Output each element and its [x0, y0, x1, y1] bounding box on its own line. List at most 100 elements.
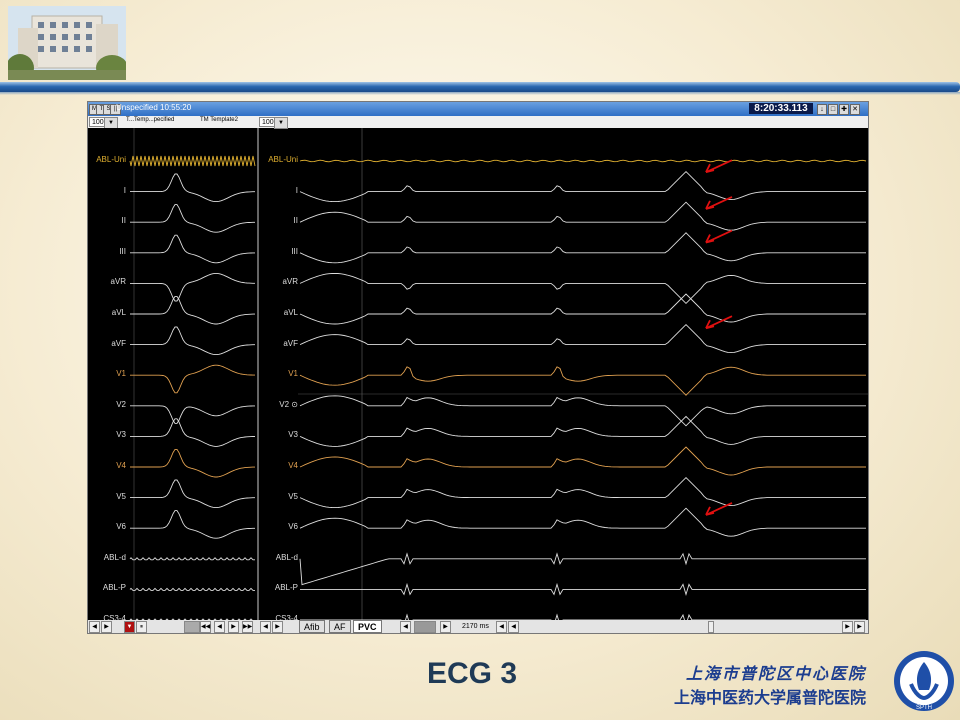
trace-area: ABL-Uni I II III aVR aVL aVF V1 V2 V3 V4 V5 V6 ABL-d A…: [88, 128, 868, 627]
right-forward-button[interactable]: ▶: [272, 621, 283, 633]
left-lead-label: V1: [116, 369, 126, 379]
right-lead-label: V1: [288, 369, 298, 379]
template-trace: [130, 234, 255, 264]
left-prev-button[interactable]: ◀: [214, 621, 225, 633]
tab-pvc[interactable]: PVC: [353, 620, 382, 633]
hospital-name: 上海市普陀区中心医院: [685, 666, 866, 683]
live-trace: [299, 272, 866, 305]
time-scroll-end-button[interactable]: ▶: [854, 621, 865, 633]
right-lead-label: V3: [288, 430, 298, 440]
template-trace: [130, 364, 255, 394]
restore-button[interactable]: □: [828, 104, 838, 115]
left-lead-label: ABL-Uni: [96, 155, 126, 164]
time-scroll-left-button[interactable]: ◀: [496, 621, 507, 633]
left-lead-label: aVR: [110, 277, 126, 287]
template-trace: [130, 418, 255, 447]
right-lead-label: aVF: [283, 338, 298, 348]
scroll-down-button[interactable]: ↓: [817, 104, 827, 115]
live-trace: [300, 582, 866, 596]
logo-text: SPTH: [916, 705, 932, 711]
left-lead-label: V6: [116, 522, 126, 532]
live-trace: [299, 415, 866, 447]
tab-scroll-thumb[interactable]: [414, 621, 436, 633]
right-lead-label: ABL-d: [275, 552, 298, 562]
template-trace: [129, 155, 256, 167]
right-lead-label: aVR: [282, 277, 298, 287]
left-play-button[interactable]: ▶: [101, 621, 112, 633]
bottom-toolbar: ◀ ▶ ▼ ⏸ ◀◀ ◀ ▶ ▶▶ ◀ ▶ Afib AF PVC ◀ ▶ 21…: [88, 620, 868, 633]
left-first-button[interactable]: ◀: [89, 621, 100, 633]
window-title: Unspecified 10:55:20: [116, 103, 192, 112]
live-trace: [299, 476, 866, 509]
left-lead-label: I: [123, 185, 126, 195]
template-trace: [130, 448, 255, 478]
live-trace: [299, 507, 866, 537]
right-lead-label: III: [291, 246, 298, 256]
time-scroll-thumb[interactable]: [708, 621, 714, 633]
left-lead-label: V5: [116, 491, 126, 501]
hospital-building-photo: [8, 6, 126, 80]
right-lead-label: V4: [288, 461, 298, 470]
template-marker-icon[interactable]: ▼: [124, 621, 135, 633]
left-lead-label: V2: [116, 399, 126, 409]
left-lead-label: V4: [116, 461, 126, 470]
live-trace: [299, 170, 866, 203]
left-rewind-button[interactable]: ◀◀: [200, 621, 211, 633]
right-lead-label: II: [293, 216, 298, 226]
time-scale-label: 2170 ms: [462, 623, 489, 630]
time-scroll-right-button[interactable]: ▶: [842, 621, 853, 633]
live-trace: [299, 293, 866, 325]
header-rule: [0, 82, 960, 92]
template-trace: [130, 510, 255, 539]
template-trace: [129, 557, 255, 561]
template-trace: [130, 326, 255, 356]
right-lead-label: ABL-Uni: [268, 155, 298, 164]
right-lead-label: I: [295, 185, 298, 195]
live-trace: [299, 232, 866, 264]
template-trace: [130, 295, 255, 325]
left-next-button[interactable]: ▶: [228, 621, 239, 633]
template-trace: [130, 479, 255, 509]
left-lead-label: ABL-P: [102, 583, 126, 593]
right-lead-label: V2 ⊙: [279, 399, 298, 409]
tab-scroll-right-button[interactable]: ▶: [440, 621, 451, 633]
live-trace: [299, 552, 866, 586]
hospital-logo-icon: SPTH: [893, 650, 955, 712]
left-scroll-button[interactable]: ⏸: [136, 621, 147, 633]
left-forward-button[interactable]: ▶▶: [242, 621, 253, 633]
template-trace: [130, 173, 255, 203]
left-lead-label: ABL-d: [103, 552, 126, 562]
right-lead-label: V6: [288, 522, 298, 532]
tab-af[interactable]: AF: [329, 620, 351, 633]
left-lead-label: aVF: [111, 338, 126, 348]
tab-afib[interactable]: Afib: [299, 620, 325, 633]
template-trace: [130, 405, 255, 424]
right-lead-label: ABL-P: [274, 583, 298, 593]
ecg-recording-window: M T S || Unspecified 10:55:20 8:20:33.11…: [87, 101, 869, 634]
left-scroll-thumb[interactable]: [184, 621, 200, 633]
hospital-affiliation: 上海中医药大学属普陀医院: [673, 690, 866, 707]
tab-scroll-left-button[interactable]: ◀: [400, 621, 411, 633]
left-lead-label: III: [119, 246, 126, 256]
template-label-2: TM Template2: [200, 117, 238, 123]
template-trace: [130, 272, 255, 302]
time-scroll-left2-button[interactable]: ◀: [508, 621, 519, 633]
add-button[interactable]: ✚: [839, 104, 849, 115]
right-back-button[interactable]: ◀: [260, 621, 271, 633]
left-lead-label: V3: [116, 430, 126, 440]
right-lead-label: aVL: [283, 308, 298, 317]
window-titlebar: M T S || Unspecified 10:55:20 8:20:33.11…: [88, 102, 868, 116]
template-trace: [130, 204, 255, 233]
live-trace: [299, 323, 866, 354]
template-label-1: T...Temp...pecified: [126, 117, 175, 123]
close-button[interactable]: ✕: [850, 104, 860, 115]
header-rule-shadow: [0, 92, 960, 95]
left-lead-label: aVL: [111, 308, 126, 317]
live-trace: [299, 395, 866, 427]
live-trace: [299, 366, 866, 396]
control-bar: 100 ▼ T...Temp...pecified TM Template2 1…: [88, 116, 868, 129]
live-trace: [299, 201, 866, 231]
right-lead-label: V5: [288, 491, 298, 501]
live-trace: [299, 446, 866, 476]
live-trace: [299, 159, 867, 163]
